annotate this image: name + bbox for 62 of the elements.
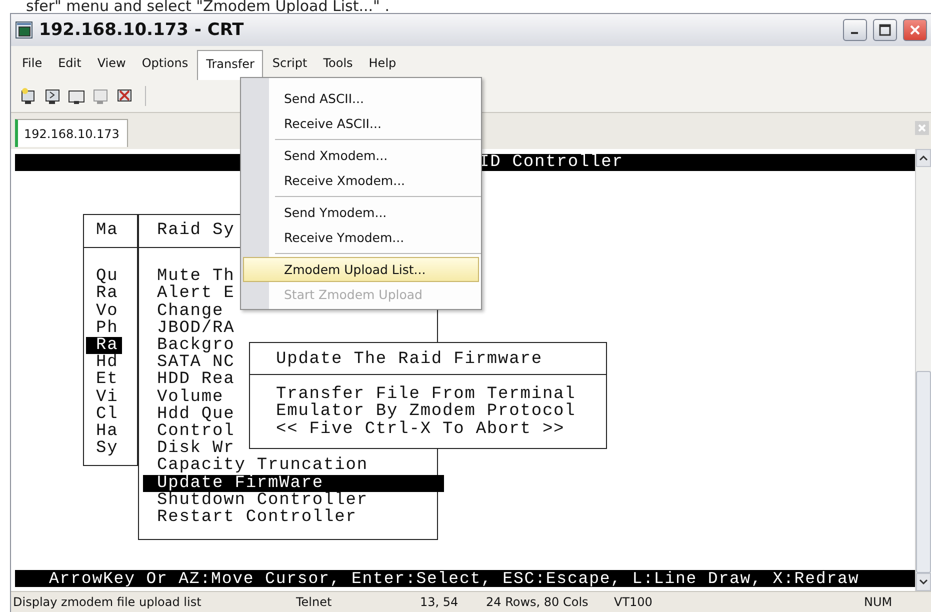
menu-item[interactable]: Edit — [51, 51, 88, 75]
dropdown-menu-item[interactable]: Send ASCII... — [243, 86, 479, 111]
menu-item[interactable]: Tools — [316, 51, 360, 75]
window-title: 192.168.10.173 - CRT — [39, 20, 244, 40]
terminal-menu-item[interactable]: Volume — [143, 388, 224, 406]
terminal-menu-item[interactable]: Ra — [86, 337, 122, 354]
menu-item[interactable]: Transfer — [197, 50, 264, 80]
terminal-menu-item[interactable]: Change — [143, 302, 224, 320]
terminal-menu-item[interactable]: Ha — [86, 423, 118, 440]
terminal-menu-item[interactable]: Shutdown Controller — [143, 492, 368, 510]
terminal-menu-title: Ma — [84, 215, 137, 248]
terminal-menu-item[interactable]: Ra — [86, 285, 118, 303]
terminal-menu-item[interactable]: Hdd Que — [143, 406, 235, 424]
menu-item[interactable]: Script — [265, 51, 314, 75]
maximize-icon[interactable] — [879, 24, 891, 36]
status-text: Telnet — [296, 594, 333, 610]
terminal-menu-item[interactable]: Sy — [86, 440, 118, 458]
minimize-button[interactable] — [843, 19, 867, 41]
terminal-menu-item[interactable]: HDD Rea — [143, 371, 235, 389]
app-icon — [15, 21, 33, 39]
menu-item[interactable]: Options — [134, 51, 196, 75]
close-icon[interactable] — [909, 24, 921, 36]
terminal-menu-item[interactable]: Hd — [86, 354, 118, 372]
scroll-down-icon[interactable] — [919, 579, 928, 585]
scroll-up-icon[interactable] — [919, 155, 928, 161]
dropdown-menu-item[interactable]: Receive Xmodem... — [243, 168, 479, 193]
status-text: 24 Rows, 80 Cols — [486, 594, 590, 610]
maximize-button[interactable] — [873, 19, 897, 41]
terminal-menu-item[interactable]: Disk Wr — [143, 440, 235, 458]
terminal-menu-item[interactable]: Alert E — [143, 285, 235, 303]
dropdown-menu-item[interactable]: Zmodem Upload List... — [243, 257, 479, 282]
terminal-menu-item[interactable]: Qu — [86, 268, 118, 286]
terminal-menu-item[interactable]: JBOD/RA — [143, 320, 235, 338]
terminal-menu-item[interactable]: SATA NC — [143, 354, 235, 372]
terminal-menu-item[interactable]: Control — [143, 423, 235, 440]
terminal-menu-item[interactable]: Et — [86, 371, 118, 389]
terminal-menu-item[interactable]: Restart Controller — [143, 509, 357, 526]
terminal-menu-item[interactable]: Cl — [86, 406, 118, 424]
terminal-menu-item[interactable]: Update FirmWare — [143, 474, 444, 492]
terminal-message-line: Emulator By Zmodem Protocol — [275, 403, 577, 421]
status-text: NUM — [864, 594, 894, 610]
session-tab[interactable]: 192.168.10.173 — [15, 119, 128, 147]
terminal-message-line: << Five Ctrl-X To Abort >> — [275, 420, 566, 438]
terminal-menu-item[interactable]: Vo — [86, 302, 118, 320]
dropdown-menu-item[interactable]: Receive ASCII... — [243, 111, 479, 136]
status-text: 13, 54 — [420, 594, 460, 610]
status-text: VT100 — [614, 594, 654, 610]
scrollbar[interactable] — [915, 149, 931, 591]
terminal-menu-item[interactable]: Vi — [86, 388, 118, 406]
menu-item[interactable]: Help — [362, 51, 404, 75]
terminal-help-bar: ArrowKey Or AZ:Move Cursor, Enter:Select, ESC:Escape, L:Line Draw, X:Redraw — [15, 570, 915, 587]
terminal-menu-item[interactable]: Mute Th — [143, 268, 235, 286]
terminal-message-line: Transfer File From Terminal — [275, 386, 577, 404]
menu-item[interactable]: View — [90, 51, 133, 75]
menu-item[interactable]: File — [15, 51, 50, 75]
terminal-menu-item[interactable]: Ph — [86, 320, 118, 338]
terminal-message-title: Update The Raid Firmware — [250, 343, 606, 376]
scroll-thumb[interactable] — [916, 371, 931, 573]
terminal-menu-item[interactable]: Capacity Truncation — [143, 457, 368, 475]
close-button[interactable] — [903, 19, 927, 41]
terminal-menu-item[interactable]: Backgro — [143, 337, 235, 354]
status-text: Display zmodem file upload list — [12, 594, 202, 610]
